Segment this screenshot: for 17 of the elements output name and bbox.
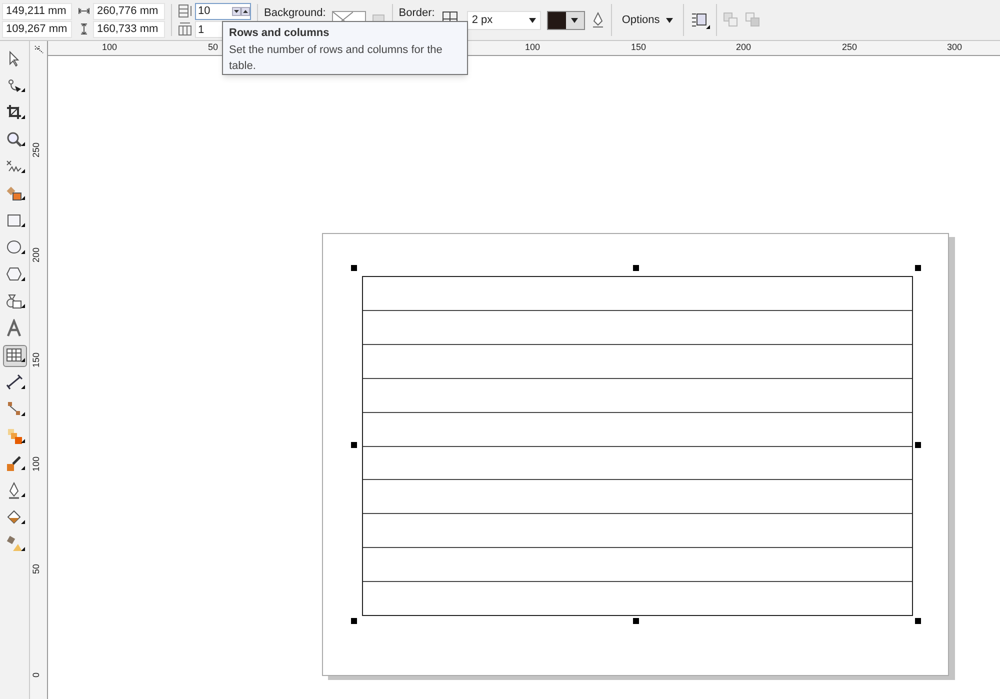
ruler-label: 250 — [842, 42, 858, 52]
ruler-label: 100 — [31, 455, 41, 474]
ruler-label: 150 — [631, 42, 646, 52]
ruler-label: 150 — [31, 351, 41, 370]
background-label: Background: — [264, 7, 326, 19]
ruler-label: 50 — [31, 563, 41, 576]
ruler-label: 250 — [31, 141, 41, 160]
ruler-label: 100 — [102, 42, 118, 52]
ruler-label: 0 — [31, 672, 41, 680]
ruler-label: 100 — [525, 42, 540, 52]
ruler-label: 200 — [736, 42, 752, 52]
border-label: Border: — [398, 7, 435, 19]
tooltip-text: Set the number of rows and columns for the table. — [229, 42, 444, 74]
ruler-label: 50 — [208, 42, 218, 52]
ruler-label: 300 — [947, 42, 962, 52]
tooltip-title: Rows and columns — [229, 26, 330, 41]
ruler-label: 200 — [31, 246, 41, 265]
